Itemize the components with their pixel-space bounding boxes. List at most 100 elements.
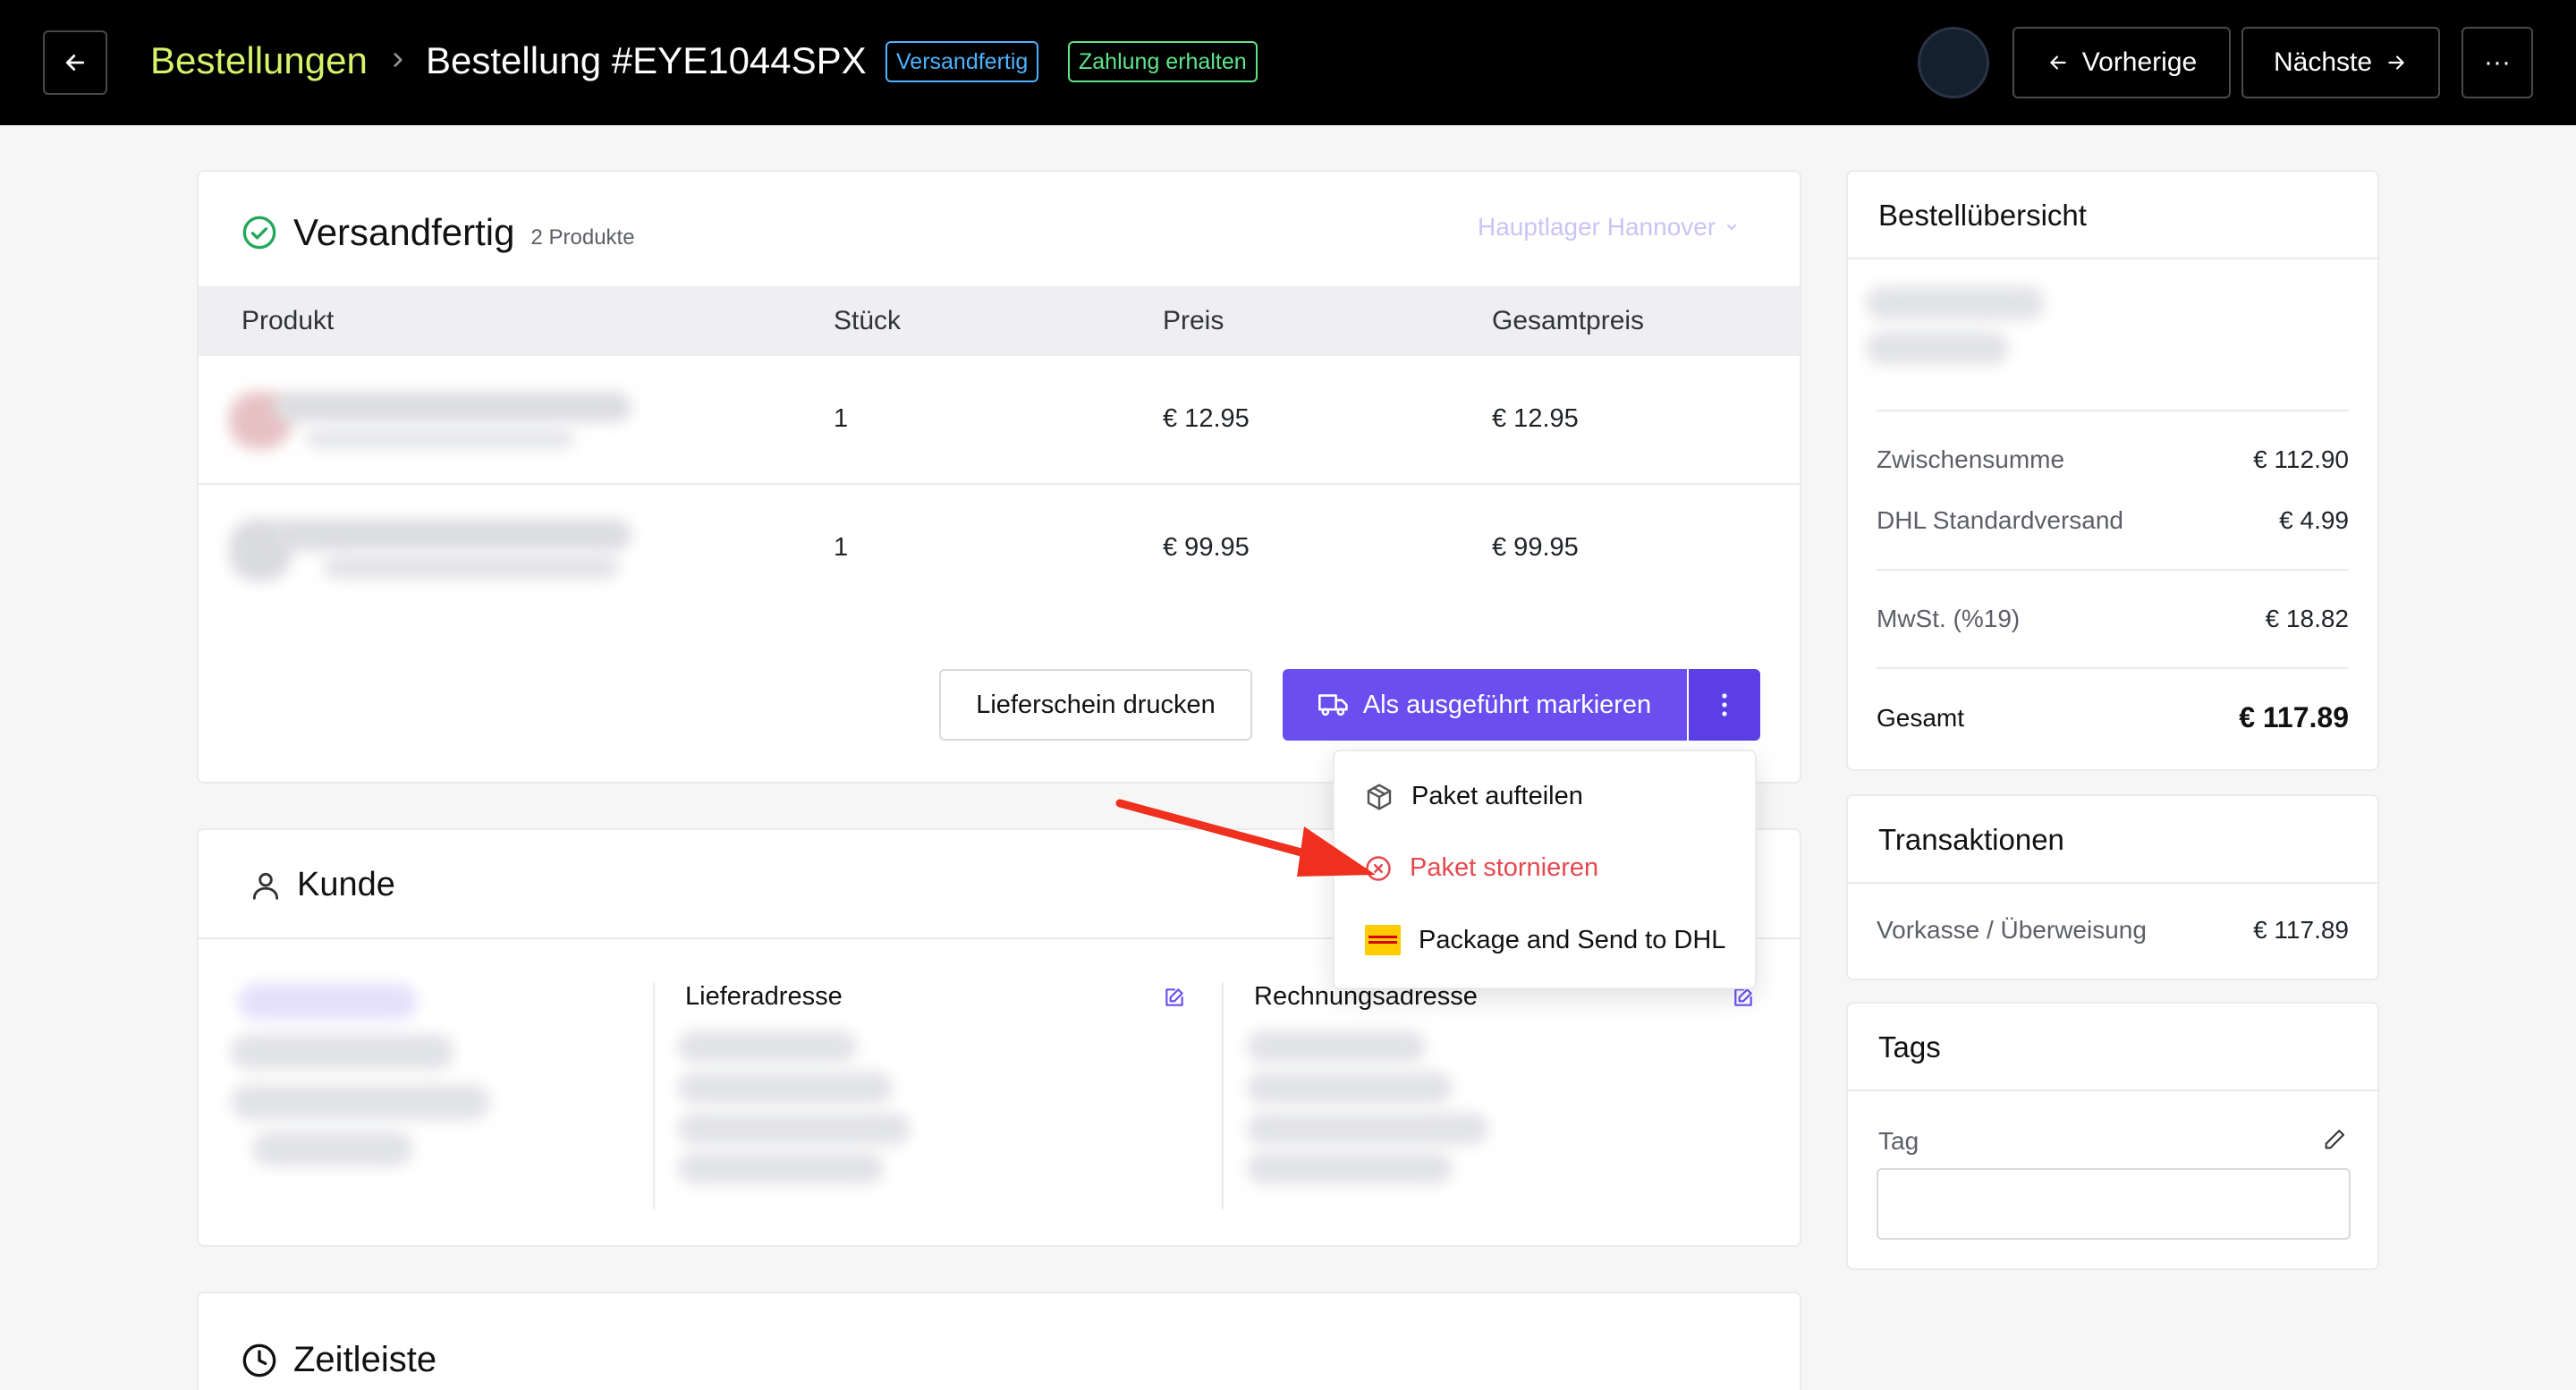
total-value: € 117.89 <box>2239 701 2349 733</box>
transaction-method: Vorkasse / Überweisung <box>1877 916 2147 944</box>
shipping-value: € 4.99 <box>2279 506 2349 534</box>
user-icon <box>249 869 283 903</box>
billing-address-blurred <box>1247 1072 1453 1104</box>
shipping-label: DHL Standardversand <box>1877 506 2124 534</box>
billing-address-blurred <box>1247 1113 1488 1145</box>
row-price: € 12.95 <box>1163 404 1250 433</box>
print-packing-slip-button[interactable]: Lieferschein drucken <box>939 669 1252 741</box>
menu-item-send-dhl[interactable]: Package and Send to DHL <box>1365 925 1725 955</box>
more-actions-button[interactable]: ··· <box>2462 27 2533 98</box>
subtotal-label: Zwischensumme <box>1877 445 2065 473</box>
column-divider <box>1222 982 1224 1209</box>
vertical-dots-icon <box>1721 692 1728 717</box>
billing-address-blurred <box>1247 1030 1426 1063</box>
transaction-row: Vorkasse / Überweisung € 117.89 <box>1877 916 2349 945</box>
column-divider <box>653 982 655 1209</box>
column-header-product: Produkt <box>242 306 335 335</box>
check-circle-icon <box>242 215 277 250</box>
transactions-title: Transaktionen <box>1878 823 2064 856</box>
chevron-right-icon <box>386 45 410 75</box>
divider <box>1877 569 2349 571</box>
customer-title: Kunde <box>297 866 395 903</box>
product-name-blurred <box>274 392 631 422</box>
timeline-card: Zeitleiste <box>197 1292 1801 1390</box>
tax-label: MwSt. (%19) <box>1877 605 2021 632</box>
previous-label: Vorherige <box>2081 47 2198 77</box>
next-order-button[interactable]: Nächste <box>2241 27 2440 98</box>
shipping-row: DHL Standardversand € 4.99 <box>1877 506 2349 535</box>
product-count: 2 Produkte <box>530 225 635 250</box>
total-label: Gesamt <box>1877 703 1965 732</box>
payment-badge: Zahlung erhalten <box>1068 41 1258 82</box>
menu-item-cancel-package[interactable]: Paket stornieren <box>1365 853 1598 883</box>
summary-item-blurred <box>1866 286 2045 320</box>
customer-email-blurred <box>231 1034 454 1070</box>
shipping-address-label: Lieferadresse <box>685 982 843 1011</box>
row-total: € 12.95 <box>1492 404 1579 433</box>
table-header: Produkt Stück Preis Gesamtpreis <box>199 286 1800 356</box>
previous-order-button[interactable]: Vorherige <box>2012 27 2231 98</box>
back-button[interactable] <box>43 30 107 95</box>
column-header-qty: Stück <box>834 306 902 335</box>
top-bar: Bestellungen Bestellung #EYE1044SPX Vers… <box>0 0 2576 125</box>
mark-fulfilled-button[interactable]: Als ausgeführt markieren <box>1283 669 1687 741</box>
edit-shipping-address-icon[interactable] <box>1163 986 1186 1009</box>
divider <box>1877 410 2349 411</box>
dhl-logo-icon <box>1365 925 1401 955</box>
divider <box>1877 667 2349 669</box>
tags-card: Tags Tag <box>1846 1002 2379 1270</box>
column-header-price: Preis <box>1163 306 1224 335</box>
actions-dropdown-menu: Paket aufteilen Paket stornieren Package… <box>1333 750 1757 989</box>
chevron-down-icon <box>1724 220 1739 234</box>
arrow-left-icon <box>2046 51 2070 74</box>
tax-row: MwSt. (%19) € 18.82 <box>1877 605 2349 633</box>
truck-icon <box>1318 691 1349 718</box>
cancel-package-label: Paket stornieren <box>1410 853 1599 882</box>
tags-title: Tags <box>1878 1030 1941 1064</box>
transactions-card: Transaktionen Vorkasse / Überweisung € 1… <box>1846 794 2379 980</box>
billing-address-blurred <box>1247 1152 1453 1184</box>
shipping-address-blurred <box>678 1030 857 1063</box>
warehouse-label: Hauptlager Hannover <box>1478 213 1716 241</box>
send-dhl-label: Package and Send to DHL <box>1419 925 1726 954</box>
tag-input[interactable] <box>1877 1168 2351 1240</box>
summary-item-blurred <box>1866 331 2009 365</box>
customer-name-blurred <box>238 984 417 1020</box>
next-label: Nächste <box>2273 47 2373 77</box>
subtotal-value: € 112.90 <box>2253 445 2349 473</box>
breadcrumb-orders-link[interactable]: Bestellungen <box>150 39 368 82</box>
shipping-address-blurred <box>678 1113 911 1145</box>
transaction-amount: € 117.89 <box>2253 916 2349 944</box>
arrow-right-icon <box>2385 51 2408 74</box>
status-badge: Versandfertig <box>886 41 1039 82</box>
shipping-address-blurred <box>678 1072 893 1104</box>
subtotal-row: Zwischensumme € 112.90 <box>1877 445 2349 474</box>
tax-value: € 18.82 <box>2265 605 2349 632</box>
menu-item-split-package[interactable]: Paket aufteilen <box>1365 782 1583 811</box>
print-label: Lieferschein drucken <box>976 690 1216 719</box>
timeline-title: Zeitleiste <box>293 1340 437 1379</box>
product-variant-blurred <box>324 555 619 580</box>
warehouse-select[interactable]: Hauptlager Hannover <box>1478 213 1739 242</box>
row-qty: 1 <box>834 533 849 562</box>
mark-fulfilled-label: Als ausgeführt markieren <box>1362 690 1652 719</box>
customer-phone-blurred <box>231 1084 490 1120</box>
shipment-card: Versandfertig 2 Produkte Hauptlager Hann… <box>197 170 1801 784</box>
arrow-left-icon <box>62 49 89 76</box>
row-qty: 1 <box>834 404 849 433</box>
table-row: 1 € 12.95 € 12.95 <box>199 356 1800 485</box>
divider <box>1848 258 2377 259</box>
avatar[interactable] <box>1918 27 1989 98</box>
table-row: 1 € 99.95 € 99.95 <box>199 485 1800 614</box>
product-variant-blurred <box>306 428 574 449</box>
customer-extra-blurred <box>252 1131 413 1166</box>
tag-label: Tag <box>1878 1127 1919 1155</box>
shipment-title: Versandfertig <box>293 211 515 253</box>
divider <box>1848 1089 2377 1091</box>
annotation-arrow-icon <box>1109 787 1377 886</box>
more-options-toggle[interactable] <box>1689 669 1760 741</box>
pencil-icon[interactable] <box>2322 1127 2347 1152</box>
more-label: ··· <box>2484 47 2511 77</box>
product-name-blurred <box>274 519 631 551</box>
total-row: Gesamt € 117.89 <box>1877 701 2349 734</box>
